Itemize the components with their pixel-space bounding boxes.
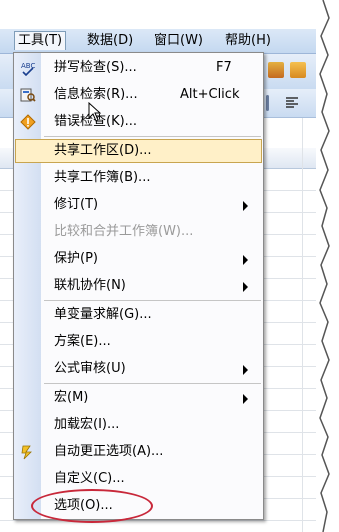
submenu-arrow-icon — [243, 201, 248, 211]
menu-item-label: 单变量求解(G)... — [54, 307, 152, 322]
menu-separator — [44, 136, 261, 137]
annotation-circle — [31, 489, 153, 523]
autocorrect-icon — [20, 444, 36, 460]
torn-edge — [319, 0, 339, 532]
menu-item-label: 自动更正选项(A)... — [54, 444, 164, 459]
menu-item-label: 共享工作区(D)... — [54, 143, 152, 158]
chart-icon[interactable] — [268, 62, 284, 78]
grid-row-line — [0, 520, 316, 521]
menu-item-label: 保护(P) — [54, 251, 98, 266]
mouse-cursor-icon — [88, 102, 101, 122]
menu-item-label: 比较和合并工作簿(W)... — [54, 224, 194, 239]
menu-item-track-changes[interactable]: 修订(T) — [14, 192, 263, 218]
menu-item-label: 修订(T) — [54, 197, 99, 212]
menu-item-macro[interactable]: 宏(M) — [14, 385, 263, 411]
menu-bar: 工具(T) 数据(D) 窗口(W) 帮助(H) — [0, 29, 316, 54]
menu-item-add-ins[interactable]: 加载宏(I)... — [14, 412, 263, 438]
submenu-arrow-icon — [243, 365, 248, 375]
menu-item-compare-merge: 比较和合并工作簿(W)... — [14, 219, 263, 245]
menu-item-scenarios[interactable]: 方案(E)... — [14, 329, 263, 355]
menu-item-shortcut: F7 — [216, 60, 232, 75]
submenu-arrow-icon — [243, 394, 248, 404]
grid-column-line — [302, 118, 303, 532]
menu-item-online-collaboration[interactable]: 联机协作(N) — [14, 273, 263, 299]
menu-item-share-workbook[interactable]: 共享工作簿(B)... — [14, 165, 263, 191]
menu-item-goal-seek[interactable]: 单变量求解(G)... — [14, 302, 263, 328]
toolbar-separator — [266, 95, 269, 111]
menu-item-autocorrect[interactable]: 自动更正选项(A)... — [14, 439, 263, 465]
menu-item-spelling[interactable]: ABC 拼写检查(S)... F7 — [14, 55, 263, 81]
menu-item-label: 方案(E)... — [54, 334, 111, 349]
menu-item-shared-workspace[interactable]: 共享工作区(D)... — [14, 138, 263, 164]
menu-item-label: 加载宏(I)... — [54, 417, 120, 432]
submenu-arrow-icon — [243, 255, 248, 265]
menu-item-shortcut: Alt+Click — [180, 87, 240, 102]
research-icon — [20, 87, 36, 103]
menu-data[interactable]: 数据(D) — [84, 32, 136, 50]
menu-help[interactable]: 帮助(H) — [222, 32, 274, 50]
menu-separator — [44, 300, 261, 301]
menu-item-formula-auditing[interactable]: 公式审核(U) — [14, 356, 263, 382]
error-check-icon — [20, 114, 36, 130]
menu-item-label: 联机协作(N) — [54, 278, 126, 293]
menu-item-error-check[interactable]: 错误检查(K)... — [14, 109, 263, 135]
spelling-icon: ABC — [20, 60, 36, 77]
menu-item-label: 拼写检查(S)... — [54, 60, 137, 75]
menu-item-label: 宏(M) — [54, 390, 89, 405]
menu-item-protection[interactable]: 保护(P) — [14, 246, 263, 272]
menu-window[interactable]: 窗口(W) — [151, 32, 206, 50]
screenshot-canvas: 工具(T) 数据(D) 窗口(W) 帮助(H) ABC 拼写检查(S)... F… — [0, 0, 339, 532]
drawing-icon[interactable] — [290, 62, 306, 78]
menu-item-research[interactable]: 信息检索(R)... Alt+Click — [14, 82, 263, 108]
align-icon[interactable] — [284, 95, 300, 111]
menu-item-customize[interactable]: 自定义(C)... — [14, 466, 263, 492]
submenu-arrow-icon — [243, 282, 248, 292]
menu-separator — [44, 383, 261, 384]
tools-dropdown-menu: ABC 拼写检查(S)... F7 信息检索(R)... Alt+Click 错… — [13, 52, 264, 520]
menu-tools[interactable]: 工具(T) — [14, 31, 67, 50]
menu-item-label: 共享工作簿(B)... — [54, 170, 151, 185]
menu-item-label: 公式审核(U) — [54, 361, 126, 376]
